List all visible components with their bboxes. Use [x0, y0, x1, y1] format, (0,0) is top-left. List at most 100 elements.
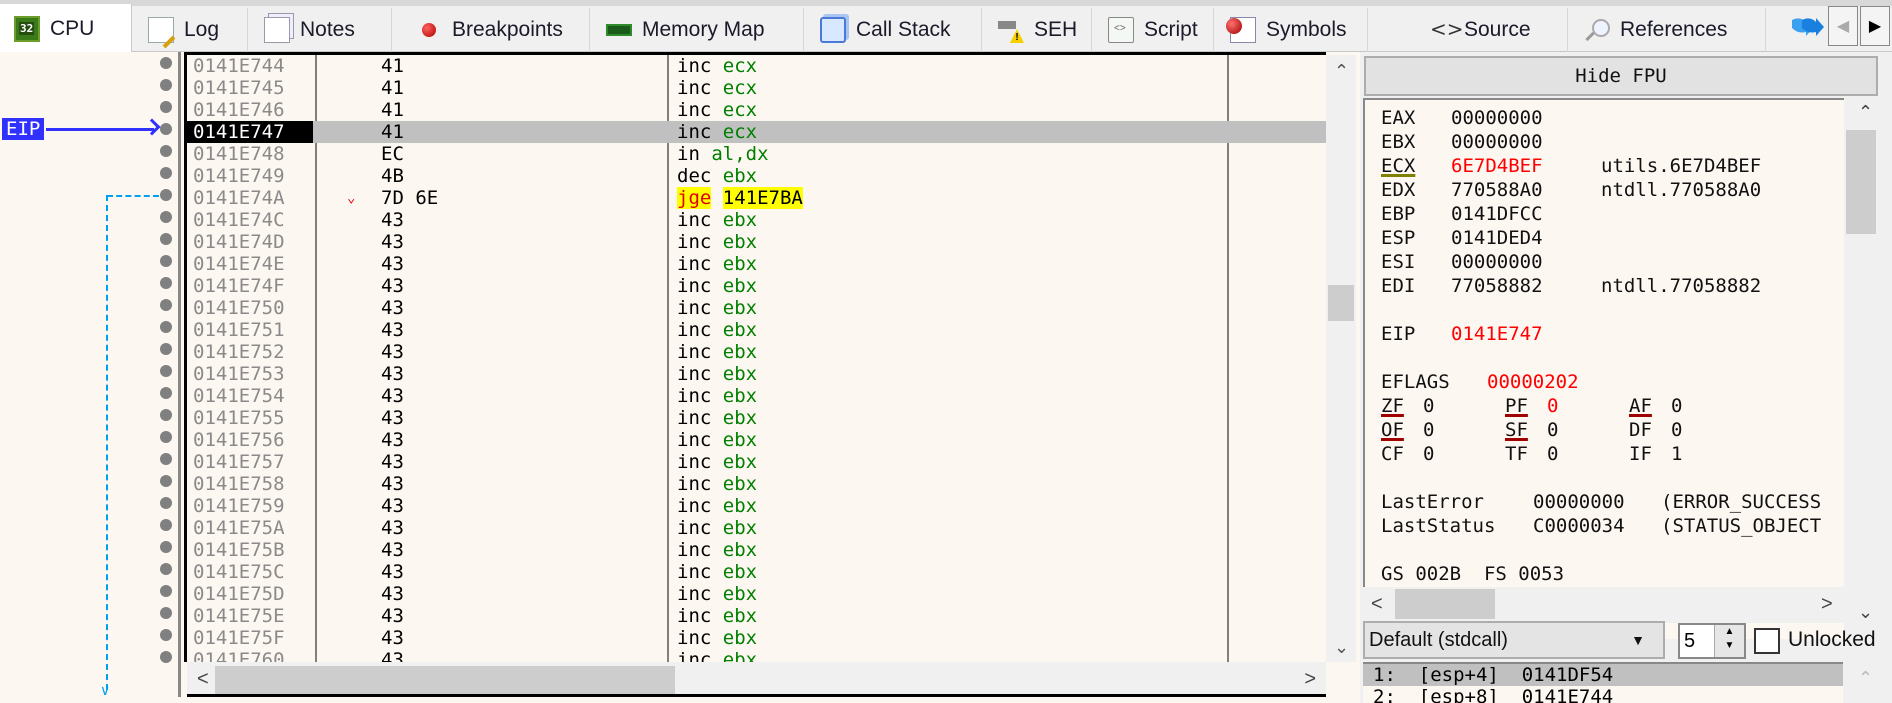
register-value[interactable]: 0141E747	[1451, 322, 1543, 346]
segments-row[interactable]: GS 002B FS 0053	[1381, 562, 1564, 586]
breakpoint-dot-icon[interactable]	[160, 299, 172, 311]
registers-vertical-scrollbar[interactable]: ⌃ ⌄	[1844, 98, 1892, 639]
tab-seh[interactable]: SEH	[984, 8, 1092, 52]
register-row[interactable]: ESI 00000000	[1381, 250, 1543, 274]
flags-row[interactable]: OF 0 SF 0 DF 0	[1381, 418, 1682, 442]
register-row[interactable]: EDX 770588A0 ntdll.770588A0	[1381, 178, 1761, 202]
tab-memory-map[interactable]: Memory Map	[592, 8, 804, 52]
eflags-register-row[interactable]: EFLAGS 00000202	[1381, 370, 1579, 394]
tab-references[interactable]: References	[1570, 8, 1766, 52]
disassembly-row[interactable]: 0141E752 43 inc ebx	[187, 341, 1326, 363]
breakpoint-dot-icon[interactable]	[160, 409, 172, 421]
scroll-thumb[interactable]	[1846, 130, 1876, 234]
register-row[interactable]: EBP 0141DFCC	[1381, 202, 1543, 226]
scroll-down-icon[interactable]: ⌄	[1858, 602, 1873, 623]
tab-script[interactable]: Script	[1094, 8, 1214, 52]
breakpoint-dot-icon[interactable]	[160, 233, 172, 245]
scroll-up-icon[interactable]: ⌃	[1334, 61, 1349, 82]
register-value[interactable]: 00000202	[1487, 370, 1579, 394]
disassembly-row[interactable]: 0141E74D 43 inc ebx	[187, 231, 1326, 253]
disassembly-row[interactable]: 0141E75E 43 inc ebx	[187, 605, 1326, 627]
register-value[interactable]: 00000000	[1451, 106, 1543, 130]
disassembly-row[interactable]: 0141E749 4B dec ebx	[187, 165, 1326, 187]
breakpoint-dot-icon[interactable]	[160, 607, 172, 619]
disassembly-row[interactable]: 0141E75F 43 inc ebx	[187, 627, 1326, 649]
last-status-value[interactable]: C0000034	[1533, 514, 1625, 538]
disassembly-row[interactable]: 0141E74C 43 inc ebx	[187, 209, 1326, 231]
disassembly-row[interactable]: 0141E751 43 inc ebx	[187, 319, 1326, 341]
tab-symbols[interactable]: Symbols	[1216, 8, 1368, 52]
disassembly-row[interactable]: 0141E744 41 inc ecx	[187, 55, 1326, 77]
branch-gutter[interactable]: EIP ∨	[0, 52, 181, 698]
breakpoint-dot-icon[interactable]	[160, 123, 172, 135]
register-row[interactable]: ECX 6E7D4BEF utils.6E7D4BEF	[1381, 154, 1761, 178]
tab-notes[interactable]: Notes	[250, 8, 392, 52]
disassembly-row[interactable]: 0141E750 43 inc ebx	[187, 297, 1326, 319]
scroll-down-icon[interactable]: ⌄	[1334, 637, 1349, 658]
argument-count-spinbox[interactable]: 5 ▲ ▼	[1678, 623, 1746, 659]
breakpoint-dot-icon[interactable]	[160, 563, 172, 575]
scroll-up-icon[interactable]: ⌃	[1858, 668, 1873, 689]
unlocked-checkbox[interactable]	[1754, 628, 1780, 654]
breakpoint-dot-icon[interactable]	[160, 629, 172, 641]
disassembly-row[interactable]: 0141E74E 43 inc ebx	[187, 253, 1326, 275]
register-row[interactable]: ESP 0141DED4	[1381, 226, 1543, 250]
breakpoint-dot-icon[interactable]	[160, 57, 172, 69]
flag-value[interactable]: 0	[1547, 394, 1558, 418]
scroll-left-icon[interactable]: <	[197, 668, 209, 691]
flag-value[interactable]: 0	[1423, 442, 1434, 466]
breakpoint-dot-icon[interactable]	[160, 497, 172, 509]
scroll-thumb[interactable]	[1395, 589, 1495, 619]
disassembly-row[interactable]: 0141E755 43 inc ebx	[187, 407, 1326, 429]
disassembly-row[interactable]: 0141E756 43 inc ebx	[187, 429, 1326, 451]
disassembly-row[interactable]: 0141E758 43 inc ebx	[187, 473, 1326, 495]
breakpoint-dot-icon[interactable]	[160, 145, 172, 157]
disassembly-row[interactable]: 0141E75C 43 inc ebx	[187, 561, 1326, 583]
tab-source[interactable]: Source	[1414, 8, 1568, 52]
call-arguments-list[interactable]: 1: [esp+4] 0141DF54 2: [esp+8] 0141E744	[1363, 662, 1843, 703]
disassembly-row[interactable]: 0141E75B 43 inc ebx	[187, 539, 1326, 561]
flags-row[interactable]: ZF 0 PF 0 AF 0	[1381, 394, 1682, 418]
forward-arrows-icon[interactable]	[1790, 14, 1826, 40]
flag-value[interactable]: 1	[1671, 442, 1682, 466]
breakpoint-dot-icon[interactable]	[160, 211, 172, 223]
eip-register-row[interactable]: EIP 0141E747	[1381, 322, 1543, 346]
tab-cpu[interactable]: CPU	[0, 4, 132, 53]
breakpoint-dot-icon[interactable]	[160, 475, 172, 487]
disassembly-row[interactable]: 0141E754 43 inc ebx	[187, 385, 1326, 407]
disassembly-listing[interactable]: 0141E744 41 inc ecx 0141E745 41 inc ecx 0141E7…	[184, 52, 1326, 662]
disassembly-row[interactable]: 0141E746 41 inc ecx	[187, 99, 1326, 121]
breakpoint-dot-icon[interactable]	[160, 255, 172, 267]
breakpoint-dot-icon[interactable]	[160, 585, 172, 597]
register-row[interactable]: EAX 00000000	[1381, 106, 1543, 130]
breakpoint-dot-icon[interactable]	[160, 651, 172, 663]
register-row[interactable]: EBX 00000000	[1381, 130, 1543, 154]
call-argument-row[interactable]: 1: [esp+4] 0141DF54	[1363, 664, 1843, 686]
calling-convention-select[interactable]: Default (stdcall) ▼	[1363, 621, 1665, 659]
disassembly-row[interactable]: 0141E74A ⌄ 7D 6E jge 141E7BA	[187, 187, 1326, 209]
flag-value[interactable]: 0	[1423, 418, 1434, 442]
disassembly-row[interactable]: 0141E753 43 inc ebx	[187, 363, 1326, 385]
register-value[interactable]: 6E7D4BEF	[1451, 154, 1543, 178]
disassembly-row[interactable]: 0141E74F 43 inc ebx	[187, 275, 1326, 297]
register-value[interactable]: 0141DFCC	[1451, 202, 1543, 226]
breakpoint-dot-icon[interactable]	[160, 453, 172, 465]
hide-fpu-button[interactable]: Hide FPU	[1364, 56, 1878, 96]
disassembly-row[interactable]: 0141E75D 43 inc ebx	[187, 583, 1326, 605]
breakpoint-dot-icon[interactable]	[160, 387, 172, 399]
register-value[interactable]: 00000000	[1451, 130, 1543, 154]
tab-breakpoints[interactable]: Breakpoints	[394, 8, 590, 52]
last-error-value[interactable]: 00000000	[1533, 490, 1625, 514]
scroll-right-icon[interactable]: >	[1304, 668, 1316, 691]
registers-view[interactable]: EAX 00000000 EBX 00000000 ECX 6E7D4BEF utils.6…	[1363, 98, 1844, 639]
breakpoint-dot-icon[interactable]	[160, 519, 172, 531]
flag-value[interactable]: 0	[1671, 418, 1682, 442]
breakpoint-dot-icon[interactable]	[160, 101, 172, 113]
breakpoint-dot-icon[interactable]	[160, 321, 172, 333]
tab-call-stack[interactable]: Call Stack	[806, 8, 982, 52]
breakpoint-dot-icon[interactable]	[160, 365, 172, 377]
scroll-left-icon[interactable]: <	[1371, 593, 1383, 616]
disassembly-horizontal-scrollbar[interactable]: < >	[187, 662, 1326, 697]
tab-scroll-left-button[interactable]: ◀	[1828, 6, 1858, 46]
breakpoint-dot-icon[interactable]	[160, 189, 172, 201]
